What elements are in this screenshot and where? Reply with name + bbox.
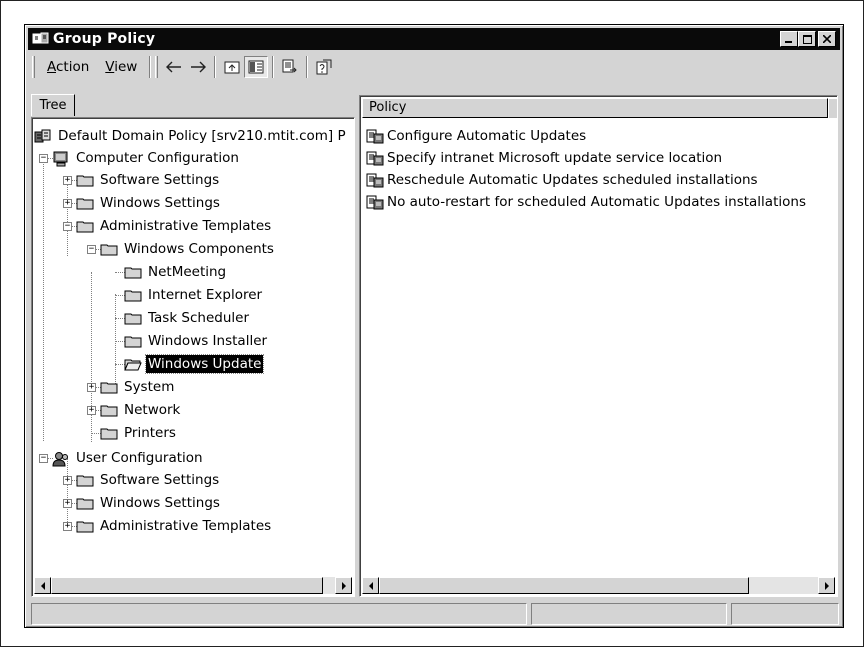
- up-one-level-icon[interactable]: [220, 56, 244, 78]
- scrollbar-thumb[interactable]: [51, 577, 323, 594]
- folder-icon: [100, 242, 118, 256]
- collapse-toggle[interactable]: −: [39, 154, 48, 163]
- expand-toggle[interactable]: +: [63, 499, 72, 508]
- column-header-policy[interactable]: Policy: [362, 98, 828, 118]
- scroll-left-button[interactable]: [34, 577, 51, 594]
- folder-icon: [76, 173, 94, 187]
- folder-icon: [124, 288, 142, 302]
- tree-node-software-settings[interactable]: Software Settings: [76, 170, 221, 190]
- user-icon: [52, 451, 70, 467]
- policy-setting-icon: [366, 128, 384, 144]
- list-item-policy[interactable]: Specify intranet Microsoft update servic…: [366, 148, 722, 168]
- group-policy-app-icon: [32, 31, 50, 47]
- scroll-right-button[interactable]: [335, 577, 352, 594]
- folder-icon: [76, 219, 94, 233]
- tree-horizontal-scrollbar[interactable]: [34, 577, 352, 594]
- toolbar-grip[interactable]: [155, 56, 159, 78]
- maximize-button[interactable]: [798, 31, 816, 47]
- scroll-right-button[interactable]: [818, 577, 835, 594]
- status-panel-main: [31, 603, 527, 625]
- folder-icon: [124, 334, 142, 348]
- expand-toggle[interactable]: +: [87, 406, 96, 415]
- open-folder-icon: [124, 357, 142, 371]
- policy-list-pane[interactable]: Policy Configure Automatic Updates Speci…: [359, 95, 838, 597]
- folder-icon: [124, 265, 142, 279]
- tree-node-administrative-templates[interactable]: Administrative Templates: [76, 216, 273, 236]
- scroll-left-button[interactable]: [362, 577, 379, 594]
- column-header-filler: [828, 98, 837, 118]
- status-bar: [31, 603, 839, 625]
- tree-node-task-scheduler[interactable]: Task Scheduler: [124, 308, 251, 328]
- tree-node-user-configuration[interactable]: User Configuration: [52, 448, 205, 468]
- toolbar-separator: [149, 56, 152, 78]
- list-horizontal-scrollbar[interactable]: [362, 577, 835, 594]
- folder-icon: [76, 519, 94, 533]
- collapse-toggle[interactable]: −: [39, 454, 48, 463]
- scrollbar-thumb[interactable]: [379, 577, 749, 594]
- folder-icon: [100, 380, 118, 394]
- folder-icon: [76, 196, 94, 210]
- help-icon[interactable]: [312, 56, 336, 78]
- menu-view[interactable]: View: [97, 57, 145, 77]
- expand-toggle[interactable]: +: [63, 176, 72, 185]
- folder-icon: [100, 426, 118, 440]
- folder-icon: [100, 403, 118, 417]
- list-item-policy[interactable]: Reschedule Automatic Updates scheduled i…: [366, 170, 758, 190]
- close-button[interactable]: [818, 31, 836, 47]
- window-title: Group Policy: [53, 31, 156, 47]
- selected-node-label: Windows Update: [144, 354, 265, 374]
- status-panel-middle: [531, 603, 727, 625]
- collapse-toggle[interactable]: −: [63, 222, 72, 231]
- folder-icon: [76, 473, 94, 487]
- minimize-button[interactable]: [780, 31, 798, 47]
- back-arrow-icon[interactable]: [162, 56, 186, 78]
- tree-node-computer-configuration[interactable]: Computer Configuration: [52, 148, 241, 168]
- menu-grip[interactable]: [32, 56, 35, 78]
- expand-toggle[interactable]: +: [63, 199, 72, 208]
- toolbar-separator: [306, 56, 309, 78]
- computer-icon: [52, 151, 70, 167]
- expand-toggle[interactable]: +: [87, 383, 96, 392]
- policy-setting-icon: [366, 150, 384, 166]
- title-bar[interactable]: Group Policy: [28, 28, 840, 50]
- collapse-toggle[interactable]: −: [87, 245, 96, 254]
- tree-node-internet-explorer[interactable]: Internet Explorer: [124, 285, 264, 305]
- tree-node-windows-settings[interactable]: Windows Settings: [76, 193, 222, 213]
- list-item-policy[interactable]: Configure Automatic Updates: [366, 126, 586, 146]
- list-item-policy[interactable]: No auto-restart for scheduled Automatic …: [366, 192, 806, 212]
- tree-node-netmeeting[interactable]: NetMeeting: [124, 262, 228, 282]
- forward-arrow-icon[interactable]: [186, 56, 210, 78]
- toolbar-separator: [214, 56, 217, 78]
- tab-tree[interactable]: Tree: [31, 94, 75, 116]
- group-policy-window: Group Policy Action View Tree − + + − − …: [24, 24, 844, 628]
- tree-node-user-windows-settings[interactable]: Windows Settings: [76, 493, 222, 513]
- folder-icon: [76, 496, 94, 510]
- tree-node-user-administrative-templates[interactable]: Administrative Templates: [76, 516, 273, 536]
- expand-toggle[interactable]: +: [63, 476, 72, 485]
- tree-node-system[interactable]: System: [100, 377, 176, 397]
- tree-node-windows-components[interactable]: Windows Components: [100, 239, 276, 259]
- show-hide-tree-icon[interactable]: [244, 56, 269, 78]
- tree-pane[interactable]: − + + − − + + − + + + Default Domain Pol…: [31, 117, 355, 597]
- toolbar-separator: [272, 56, 275, 78]
- tree-node-windows-installer[interactable]: Windows Installer: [124, 331, 269, 351]
- status-panel-right: [731, 603, 839, 625]
- tree-node-network[interactable]: Network: [100, 400, 182, 420]
- tree-node-root[interactable]: Default Domain Policy [srv210.mtit.com] …: [34, 126, 348, 146]
- expand-toggle[interactable]: +: [63, 522, 72, 531]
- tree-node-windows-update[interactable]: Windows Update: [124, 354, 265, 374]
- policy-setting-icon: [366, 194, 384, 210]
- folder-icon: [124, 311, 142, 325]
- policy-setting-icon: [366, 172, 384, 188]
- export-list-icon[interactable]: [278, 56, 302, 78]
- menu-action[interactable]: Action: [39, 57, 97, 77]
- tree-node-printers[interactable]: Printers: [100, 423, 178, 443]
- group-policy-object-icon: [34, 129, 52, 143]
- menu-toolbar-bar: Action View: [28, 53, 840, 81]
- tree-node-user-software-settings[interactable]: Software Settings: [76, 470, 221, 490]
